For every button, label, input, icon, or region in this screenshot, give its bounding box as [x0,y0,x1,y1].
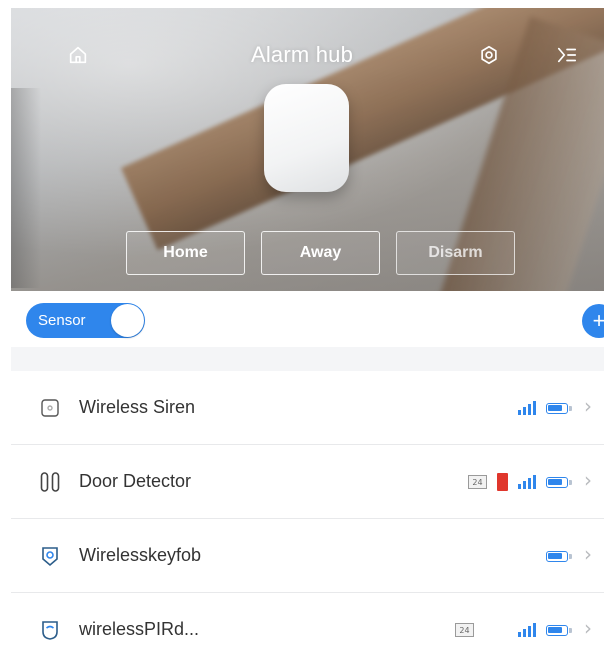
battery-icon [546,624,572,636]
battery-icon [546,402,572,414]
sensor-toggle[interactable]: Sensor [26,303,145,338]
mode-disarm-button[interactable]: Disarm [396,231,515,275]
device-status [518,398,572,418]
menu-icon[interactable] [552,40,582,70]
signal-icon [518,401,536,415]
device-status: 24 [455,620,572,640]
device-name: wirelessPIRd... [79,619,200,639]
siren-icon [39,396,61,420]
device-row-wirelesskeyfob[interactable]: Wirelesskeyfob › [11,519,604,593]
signal-icon [518,475,536,489]
settings-icon[interactable] [474,40,504,70]
hub-device-image [264,84,349,192]
device-list: Wireless Siren › Door Detector 24 › Wire… [11,371,604,661]
door-open-icon [497,473,508,491]
device-status: 24 [468,472,572,492]
sensor-toggle-label: Sensor [38,312,86,329]
page-title: Alarm hub [250,42,354,67]
device-row-wireless-siren[interactable]: Wireless Siren › [11,371,604,445]
chevron-right-icon: › [584,542,592,566]
signal-icon [518,623,536,637]
pir-sensor-icon [39,618,61,642]
mode-away-button[interactable]: Away [261,231,380,275]
door-sensor-icon [39,470,61,494]
device-status [546,546,572,566]
battery-icon [546,476,572,488]
device-row-door-detector[interactable]: Door Detector 24 › [11,445,604,519]
add-device-button[interactable]: + [582,304,604,338]
chevron-right-icon: › [584,394,592,418]
device-name: Wireless Siren [79,397,196,417]
sensor-bar: Sensor + [11,291,604,347]
tag-24-hour: 24 [468,475,487,489]
device-name: Door Detector [79,471,192,491]
tag-24-hour: 24 [455,623,474,637]
chevron-right-icon: › [584,468,592,492]
plus-icon: + [592,308,604,333]
device-name: Wirelesskeyfob [79,545,202,565]
toggle-knob [111,304,144,337]
battery-icon [546,550,572,562]
keyfob-icon [39,544,61,568]
chevron-right-icon: › [584,616,592,640]
mode-home-button[interactable]: Home [126,231,245,275]
device-row-wirelesspird[interactable]: wirelessPIRd... 24 › [11,593,604,661]
